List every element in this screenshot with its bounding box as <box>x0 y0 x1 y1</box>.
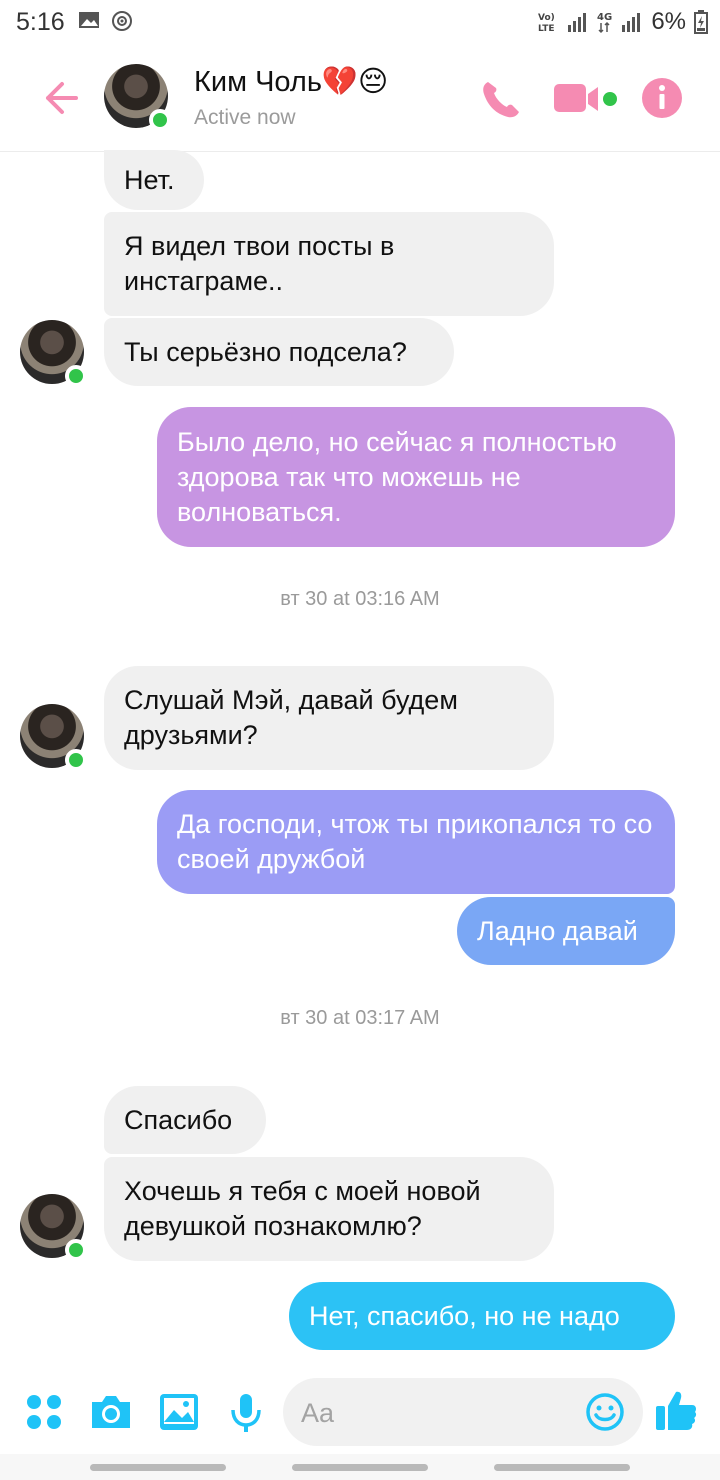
message-received[interactable]: Нет. <box>104 150 204 210</box>
contact-name[interactable]: Ким Чоль💔😔 <box>194 64 388 99</box>
camera-icon[interactable] <box>88 1392 134 1432</box>
contact-avatar[interactable] <box>104 64 171 131</box>
message-received[interactable]: Хочешь я тебя с моей новой девушкой позн… <box>104 1157 554 1261</box>
signal-icon <box>568 13 587 32</box>
message-sent[interactable]: Да господи, чтож ты прикопался то со сво… <box>157 790 675 894</box>
message-received[interactable]: Слушай Мэй, давай будем друзьями? <box>104 666 554 770</box>
status-bar: 5:16 Vo) LTE 4G 6% <box>0 0 720 46</box>
info-icon[interactable] <box>640 76 684 120</box>
battery-percent: 6% <box>651 8 686 35</box>
svg-text:LTE: LTE <box>538 24 555 34</box>
message-composer: Aa <box>0 1372 720 1454</box>
video-call-icon[interactable] <box>552 76 622 122</box>
message-received[interactable]: Спасибо <box>104 1086 266 1154</box>
nav-recent-button[interactable] <box>90 1464 226 1471</box>
online-indicator <box>65 365 87 387</box>
menu-dots-icon[interactable] <box>24 1392 64 1432</box>
signal-icon-2 <box>622 13 641 32</box>
emoji-icon[interactable] <box>585 1392 625 1432</box>
message-received[interactable]: Я видел твои посты в инстаграме.. <box>104 212 554 316</box>
sender-avatar[interactable] <box>20 320 87 387</box>
microphone-icon[interactable] <box>228 1392 264 1434</box>
message-sent[interactable]: Было дело, но сейчас я полностью здорова… <box>157 407 675 547</box>
chat-header: Ким Чоль💔😔 Active now <box>0 46 720 152</box>
volte-icon: Vo)LTE <box>538 13 555 34</box>
online-indicator <box>149 109 171 131</box>
online-indicator <box>65 749 87 771</box>
svg-text:4G: 4G <box>597 12 612 23</box>
message-sent[interactable]: Нет, спасибо, но не надо <box>289 1282 675 1350</box>
message-sent[interactable]: Ладно давай <box>457 897 675 965</box>
phone-icon[interactable] <box>478 76 524 122</box>
message-timestamp: вт 30 at 03:16 AM <box>280 588 440 610</box>
input-placeholder: Aa <box>301 1398 335 1428</box>
image-icon[interactable] <box>158 1392 200 1432</box>
contact-status: Active now <box>194 106 296 129</box>
status-time: 5:16 <box>16 8 65 36</box>
sender-avatar[interactable] <box>20 704 87 771</box>
message-timestamp: вт 30 at 03:17 AM <box>280 1007 440 1029</box>
sync-notification-icon <box>112 11 132 31</box>
svg-text:Vo): Vo) <box>538 13 555 23</box>
nav-back-button[interactable] <box>494 1464 630 1471</box>
system-nav-bar <box>0 1454 720 1480</box>
back-arrow-icon[interactable] <box>40 78 80 118</box>
sender-avatar[interactable] <box>20 1194 87 1261</box>
thumbs-up-icon[interactable] <box>654 1388 698 1432</box>
battery-icon <box>694 10 708 34</box>
4g-icon: 4G <box>597 12 612 34</box>
message-input[interactable]: Aa <box>283 1378 643 1446</box>
gallery-notification-icon <box>79 12 99 28</box>
message-received[interactable]: Ты серьёзно подсела? <box>104 318 454 386</box>
online-indicator <box>65 1239 87 1261</box>
nav-home-button[interactable] <box>292 1464 428 1471</box>
